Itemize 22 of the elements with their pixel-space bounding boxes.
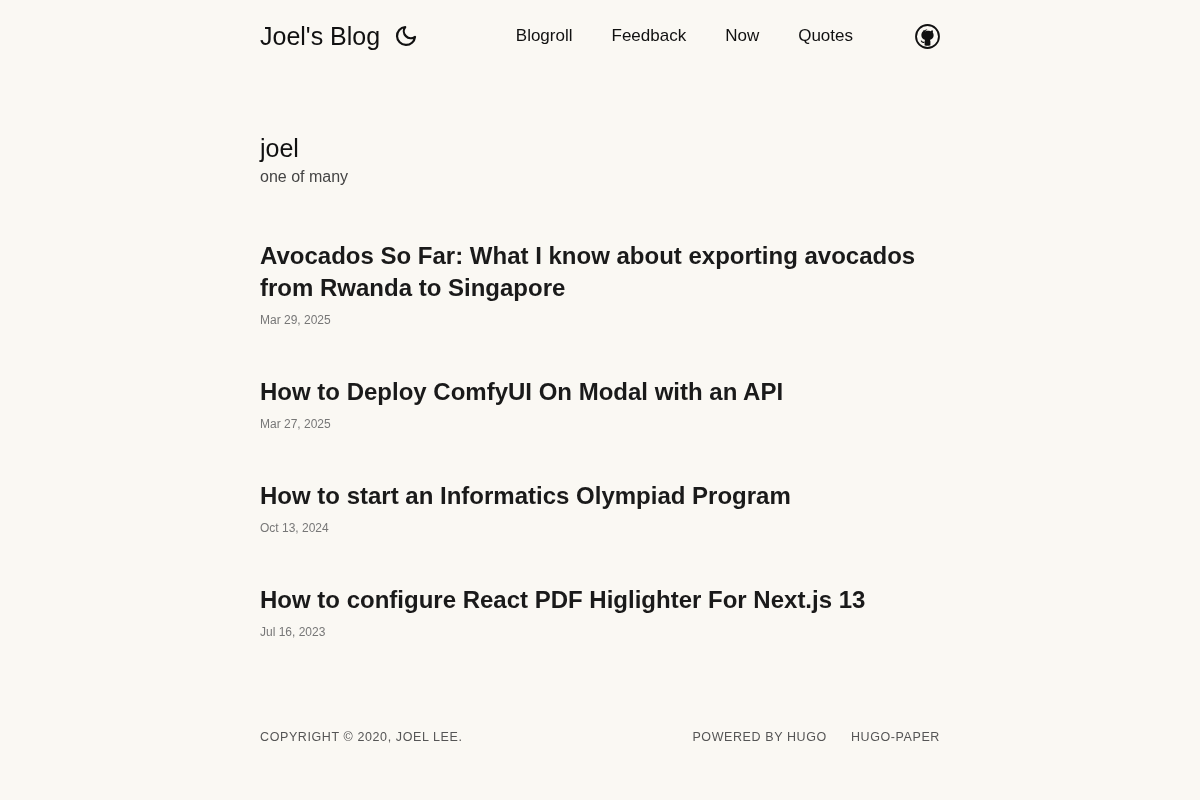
post-title-link[interactable]: How to start an Informatics Olympiad Program	[260, 480, 940, 512]
footer-link[interactable]: POWERED BY HUGO	[692, 730, 827, 744]
cat-logo-icon	[915, 23, 940, 49]
post-title-link[interactable]: How to Deploy ComfyUI On Modal with an API	[260, 376, 940, 408]
profile-tagline: one of many	[260, 167, 350, 187]
post-date: Mar 29, 2025	[260, 312, 332, 328]
footer-link[interactable]: HUGO-PAPER	[850, 730, 940, 744]
nav-link[interactable]: Now	[719, 25, 766, 47]
post-date: Mar 27, 2025	[260, 416, 332, 432]
post-date: Jul 16, 2023	[260, 624, 327, 640]
github-link[interactable]	[915, 23, 940, 49]
copyright-text: COPYRIGHT © 2020, JOEL LEE.	[260, 730, 463, 744]
profile-name: joel	[260, 133, 300, 164]
post-title-link[interactable]: How to configure React PDF Higlighter For Next.js 13	[260, 584, 940, 616]
post-date: Oct 13, 2024	[260, 520, 330, 536]
theme-toggle-button[interactable]	[394, 24, 419, 48]
post-title-link[interactable]: Avocados So Far: What I know about exporting avocados from Rwanda to Singapore	[260, 240, 940, 304]
site-title[interactable]: Joel's Blog	[260, 21, 381, 51]
nav-link[interactable]: Blogroll	[509, 25, 579, 47]
nav-link[interactable]: Quotes	[792, 25, 859, 47]
nav-link[interactable]: Feedback	[605, 25, 693, 47]
moon-icon	[394, 24, 419, 48]
